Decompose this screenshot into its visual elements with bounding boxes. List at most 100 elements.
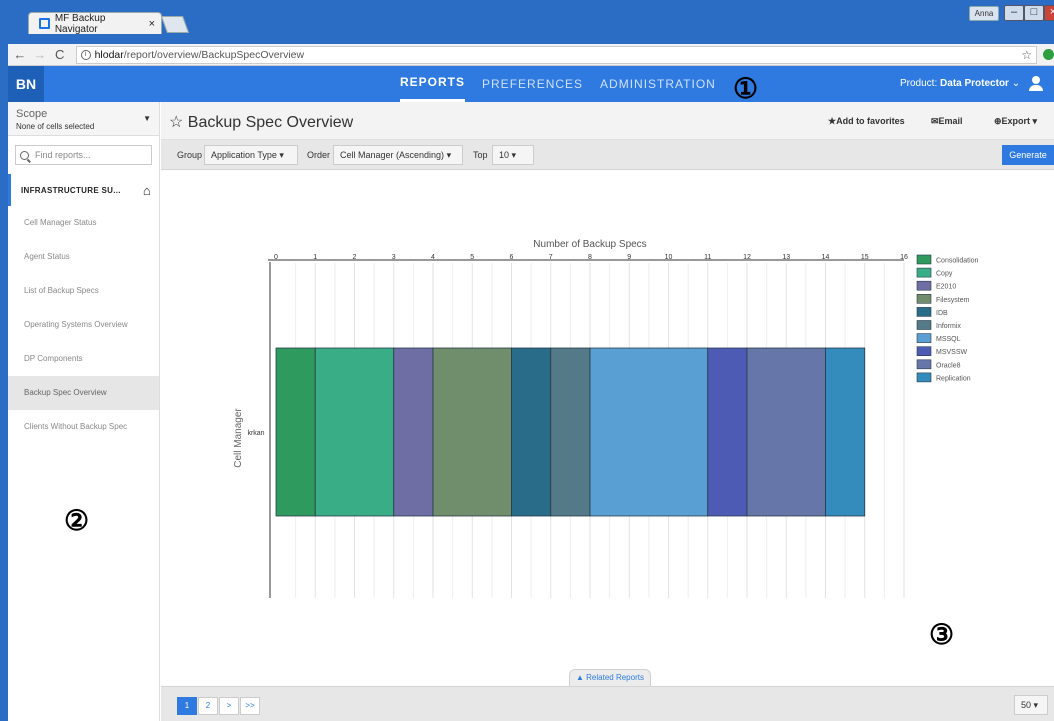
- order-label: Order: [307, 150, 331, 160]
- sidebar-item-dp-components[interactable]: DP Components: [8, 342, 159, 376]
- callout-badge-1: ①: [733, 73, 759, 104]
- next-page-button[interactable]: >: [219, 697, 239, 715]
- browser-profile-chip[interactable]: Anna: [969, 6, 999, 21]
- export-button[interactable]: ⊕Export ▾: [994, 116, 1037, 127]
- address-bar: ← → C i hlodar /report/overview/BackupSp…: [8, 44, 1054, 66]
- sidebar-item-operating-systems-overview[interactable]: Operating Systems Overview: [8, 308, 159, 342]
- chevron-down-icon: ▾: [511, 150, 517, 160]
- generate-button[interactable]: Generate: [1002, 145, 1054, 165]
- page-1-button[interactable]: 1: [177, 697, 197, 715]
- nav-preferences[interactable]: PREFERENCES: [482, 66, 583, 102]
- legend-label: E2010: [936, 284, 956, 291]
- legend-swatch: [916, 333, 932, 343]
- reload-icon[interactable]: C: [52, 47, 68, 62]
- app-header: BN REPORTS PREFERENCES ADMINISTRATION Pr…: [8, 66, 1054, 102]
- url-input[interactable]: i hlodar /report/overview/BackupSpecOver…: [75, 45, 1038, 64]
- add-to-favorites-button[interactable]: ★Add to favorites: [828, 116, 905, 127]
- sidebar-section-infrastructure[interactable]: INFRASTRUCTURE SU... ⌂: [8, 174, 159, 206]
- page-title: ☆ Backup Spec Overview: [169, 112, 353, 132]
- browser-tab[interactable]: MF Backup Navigator ×: [28, 12, 162, 35]
- callout-badge-2: ②: [64, 505, 90, 536]
- nav-administration[interactable]: ADMINISTRATION: [600, 66, 716, 102]
- category-label: krkan: [247, 430, 264, 437]
- callout-badge-3: ③: [929, 619, 955, 650]
- bar-segment: [589, 347, 709, 517]
- page-title-text: Backup Spec Overview: [187, 114, 354, 131]
- chart-title: Number of Backup Specs: [533, 239, 646, 250]
- user-icon[interactable]: [1029, 76, 1043, 92]
- find-reports-placeholder: Find reports...: [35, 150, 91, 160]
- bar-segment: [393, 347, 434, 517]
- window-minimize-button[interactable]: –: [1004, 5, 1024, 21]
- order-select[interactable]: Cell Manager (Ascending) ▾: [333, 145, 463, 165]
- home-icon[interactable]: ⌂: [143, 183, 151, 198]
- group-label: Group: [177, 150, 203, 160]
- scope-caret-icon: ▼: [143, 114, 151, 123]
- legend-swatch: [916, 267, 932, 278]
- window-close-button[interactable]: ×: [1044, 5, 1054, 21]
- app-logo[interactable]: BN: [8, 66, 44, 102]
- legend-swatch: [916, 307, 932, 317]
- sidebar-item-cell-manager-status[interactable]: Cell Manager Status: [8, 206, 159, 240]
- legend-swatch: [916, 294, 932, 304]
- last-page-button[interactable]: >>: [240, 697, 260, 715]
- url-path: /report/overview/BackupSpecOverview: [123, 48, 305, 61]
- sidebar-item-clients-without-backup-spec[interactable]: Clients Without Backup Spec: [8, 410, 159, 444]
- bar-segment: [550, 347, 591, 517]
- group-select[interactable]: Application Type ▾: [204, 145, 298, 165]
- site-info-icon[interactable]: i: [80, 49, 91, 60]
- legend-swatch: [916, 254, 932, 265]
- bar-segment: [511, 347, 552, 517]
- tab-title: MF Backup Navigator: [54, 12, 106, 35]
- tab-close-icon[interactable]: ×: [149, 18, 155, 30]
- page-size-select[interactable]: 50 ▾: [1014, 695, 1048, 715]
- forward-arrow-icon[interactable]: →: [32, 47, 48, 62]
- sidebar-section-label: INFRASTRUCTURE SU...: [21, 185, 121, 195]
- y-axis-label: Cell Manager: [233, 408, 244, 468]
- legend-label: Replication: [936, 375, 971, 382]
- legend-label: Consolidation: [936, 258, 979, 265]
- url-host: hlodar: [94, 48, 124, 61]
- product-label: Product:: [900, 78, 938, 89]
- search-icon: [20, 150, 29, 160]
- page-2-button[interactable]: 2: [198, 697, 218, 715]
- top-select[interactable]: 10 ▾: [492, 145, 534, 165]
- scope-title: Scope: [16, 108, 48, 120]
- new-tab-button[interactable]: [160, 16, 190, 33]
- sidebar-item-backup-spec-overview[interactable]: Backup Spec Overview: [8, 376, 159, 410]
- sidebar-item-list-of-backup-specs[interactable]: List of Backup Specs: [8, 274, 159, 308]
- top-label: Top: [473, 150, 488, 160]
- browser-title-bar: MF Backup Navigator × Anna – □ ×: [0, 0, 1054, 44]
- legend-label: Filesystem: [936, 297, 970, 304]
- bookmark-star-icon[interactable]: ☆: [1021, 48, 1032, 62]
- bar-segment: [432, 347, 512, 517]
- related-reports-tab[interactable]: ▲ Related Reports: [569, 669, 651, 686]
- scope-subtitle: None of cells selected: [16, 122, 95, 131]
- chevron-down-icon: ▾: [279, 150, 284, 160]
- email-button[interactable]: ✉Email: [931, 116, 963, 127]
- scope-selector[interactable]: Scope None of cells selected ▼: [8, 102, 159, 136]
- extension-icon[interactable]: [1043, 49, 1054, 60]
- sidebar-item-agent-status[interactable]: Agent Status: [8, 240, 159, 274]
- legend-swatch: [916, 359, 932, 370]
- nav-reports[interactable]: REPORTS: [400, 66, 466, 102]
- favorite-star-icon[interactable]: ☆: [169, 114, 183, 131]
- product-selector[interactable]: Product: Data Protector ⌄: [900, 66, 1020, 102]
- bar-segment: [707, 347, 748, 517]
- chart-area: Number of Backup Specs 0 1 2 3 4 5 6 7 8 9 10 11 12 13…: [161, 171, 1054, 686]
- product-value: Data Protector: [940, 78, 1009, 89]
- bar-segment: [314, 347, 395, 517]
- legend-swatch: [916, 372, 932, 383]
- legend-swatch: [916, 280, 932, 291]
- legend-label: MSSQL: [936, 336, 961, 343]
- find-reports-input[interactable]: Find reports...: [15, 145, 152, 165]
- bar-segment: [825, 347, 866, 517]
- chevron-down-icon: ▾: [446, 150, 452, 160]
- tab-favicon-icon: [39, 18, 50, 29]
- group-select-value: Application Type: [211, 150, 277, 160]
- back-arrow-icon[interactable]: ←: [12, 47, 28, 62]
- sidebar: Scope None of cells selected ▼ Find repo…: [8, 102, 160, 721]
- backup-spec-chart: Number of Backup Specs0 1 2 3 4 5 6 7 8 9 10 11 12 13…: [233, 239, 979, 598]
- window-maximize-button[interactable]: □: [1024, 5, 1044, 21]
- pagination-footer: 1 2 > >> 50 ▾: [161, 686, 1054, 721]
